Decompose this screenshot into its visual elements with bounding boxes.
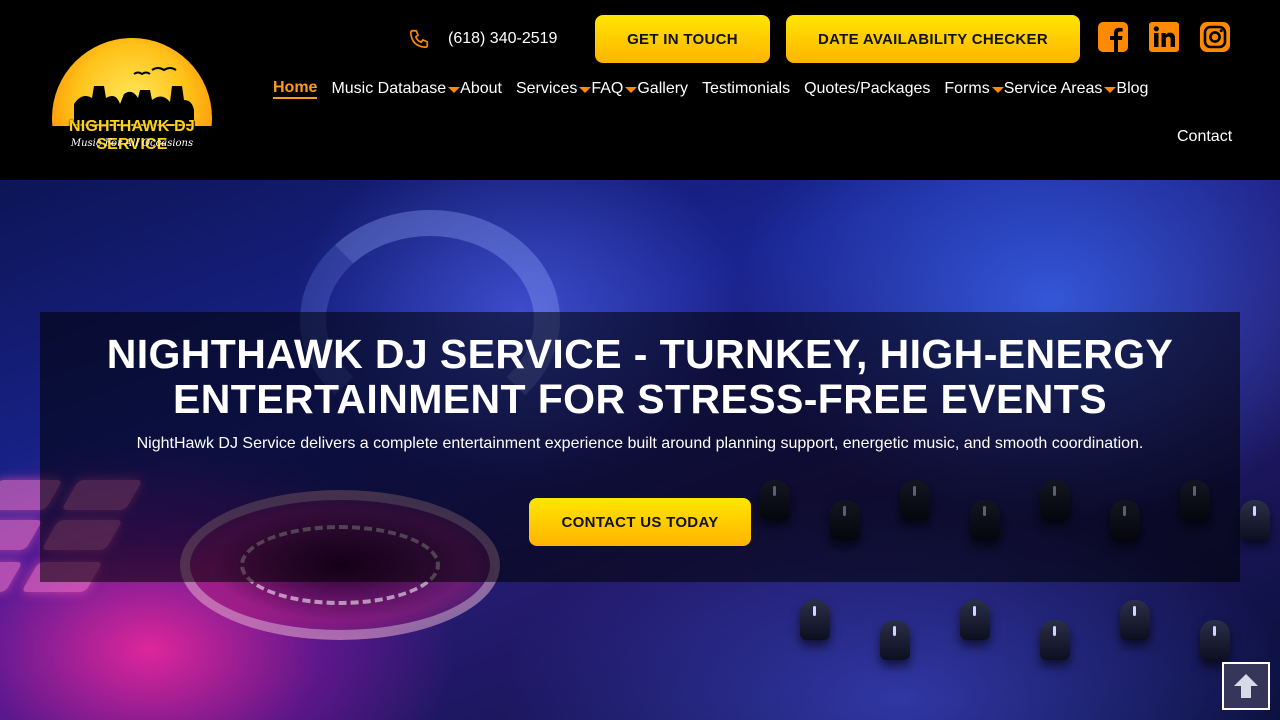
hero-pad-graphic <box>0 520 43 550</box>
nav-forms-label: Forms <box>944 80 990 97</box>
nav-faq[interactable]: FAQ <box>591 80 638 98</box>
nav-testimonials[interactable]: Testimonials <box>702 80 790 98</box>
arrow-up-icon <box>1234 674 1258 698</box>
main-nav: Home Music Database About Services FAQ G… <box>270 76 1148 102</box>
nav-home[interactable]: Home <box>273 79 318 99</box>
scroll-to-top-button[interactable] <box>1222 662 1270 710</box>
nav-faq-label: FAQ <box>591 80 624 97</box>
get-in-touch-button[interactable]: GET IN TOUCH <box>595 15 770 63</box>
linkedin-icon[interactable] <box>1148 21 1180 53</box>
instagram-icon[interactable] <box>1199 21 1231 53</box>
nav-gallery[interactable]: Gallery <box>637 80 688 98</box>
hero-knob-graphic <box>1240 500 1270 540</box>
hero-section: NIGHTHAWK DJ SERVICE - TURNKEY, HIGH-ENE… <box>0 180 1280 720</box>
nav-service-areas[interactable]: Service Areas <box>1004 80 1117 98</box>
phone-number: (618) 340-2519 <box>448 30 558 47</box>
nav-blog[interactable]: Blog <box>1116 80 1148 98</box>
chevron-down-icon[interactable] <box>991 87 1004 93</box>
facebook-icon[interactable] <box>1097 21 1129 53</box>
logo-silhouette-icon <box>74 67 194 124</box>
hero-knob-graphic <box>880 620 910 660</box>
phone-link[interactable]: (618) 340-2519 <box>408 26 557 52</box>
chevron-down-icon[interactable] <box>1104 87 1117 93</box>
site-logo[interactable]: NIGHTHAWK DJ SERVICE Music For All Occas… <box>34 36 230 154</box>
nav-service-areas-label: Service Areas <box>1003 80 1103 97</box>
hero-knob-graphic <box>960 600 990 640</box>
nav-music-database-label: Music Database <box>331 80 447 97</box>
site-header: NIGHTHAWK DJ SERVICE Music For All Occas… <box>0 0 1280 180</box>
phone-icon <box>409 29 429 49</box>
nav-services[interactable]: Services <box>515 80 592 98</box>
logo-tagline: Music For All Occasions <box>70 138 194 149</box>
nav-music-database[interactable]: Music Database <box>331 80 461 98</box>
date-availability-checker-button[interactable]: DATE AVAILABILITY CHECKER <box>786 15 1080 63</box>
nav-contact[interactable]: Contact <box>1177 128 1232 146</box>
hero-knob-graphic <box>1200 620 1230 660</box>
nav-forms[interactable]: Forms <box>944 80 1004 98</box>
hero-subtitle: NightHawk DJ Service delivers a complete… <box>136 435 1144 452</box>
hero-knob-graphic <box>800 600 830 640</box>
hero-pad-graphic <box>0 562 23 592</box>
nav-services-label: Services <box>515 80 578 97</box>
chevron-down-icon[interactable] <box>579 87 592 93</box>
chevron-down-icon[interactable] <box>448 87 461 93</box>
hero-title: NIGHTHAWK DJ SERVICE - TURNKEY, HIGH-ENE… <box>106 331 1174 422</box>
hero-text-panel: NIGHTHAWK DJ SERVICE - TURNKEY, HIGH-ENE… <box>40 312 1240 582</box>
hero-knob-graphic <box>1040 620 1070 660</box>
nav-about[interactable]: About <box>460 80 502 98</box>
contact-us-today-button[interactable]: CONTACT US TODAY <box>529 498 751 546</box>
chevron-down-icon[interactable] <box>625 87 638 93</box>
hero-knob-graphic <box>1120 600 1150 640</box>
nav-quotes-packages[interactable]: Quotes/Packages <box>804 80 930 98</box>
